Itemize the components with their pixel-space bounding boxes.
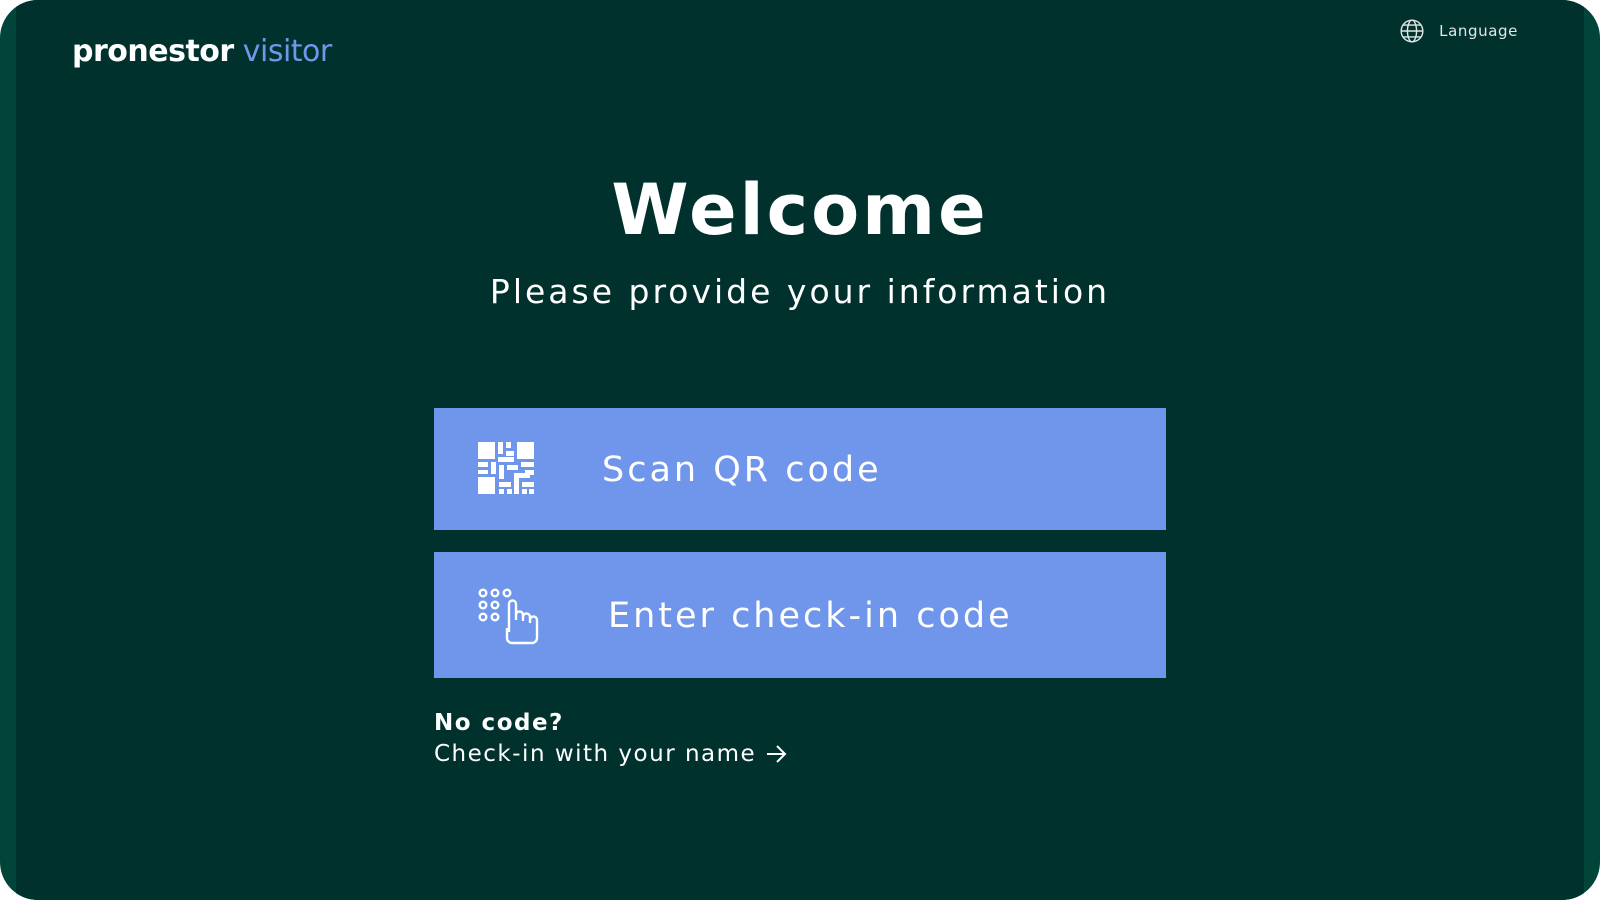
enter-check-in-code-button[interactable]: Enter check-in code xyxy=(434,552,1166,678)
check-in-with-name-label: Check-in with your name xyxy=(434,741,757,767)
arrow-right-icon xyxy=(767,745,787,763)
qr-code-icon xyxy=(478,442,534,494)
page-subtitle: Please provide your information xyxy=(489,272,1111,311)
language-label: Language xyxy=(1439,22,1518,40)
enter-check-in-code-label: Enter check-in code xyxy=(608,596,1013,636)
globe-icon xyxy=(1400,19,1424,43)
pronestor-visitor-logo: pronestor visitor xyxy=(72,34,332,70)
kiosk-screen: pronestor visitor Language Welcome Pleas… xyxy=(16,0,1584,900)
logo-product-text: visitor xyxy=(242,34,333,69)
page-title: Welcome xyxy=(611,169,989,251)
device-frame: pronestor visitor Language Welcome Pleas… xyxy=(0,0,1600,900)
scan-qr-code-button[interactable]: Scan QR code xyxy=(434,408,1166,530)
no-code-section: No code? Check-in with your name xyxy=(434,708,788,770)
logo-brand-text: pronestor xyxy=(72,34,234,69)
language-selector[interactable]: Language xyxy=(1393,14,1524,48)
check-in-with-name-link[interactable]: Check-in with your name xyxy=(434,738,788,770)
keypad-touch-icon xyxy=(478,588,542,646)
no-code-title: No code? xyxy=(434,710,564,736)
scan-qr-code-label: Scan QR code xyxy=(602,450,882,490)
